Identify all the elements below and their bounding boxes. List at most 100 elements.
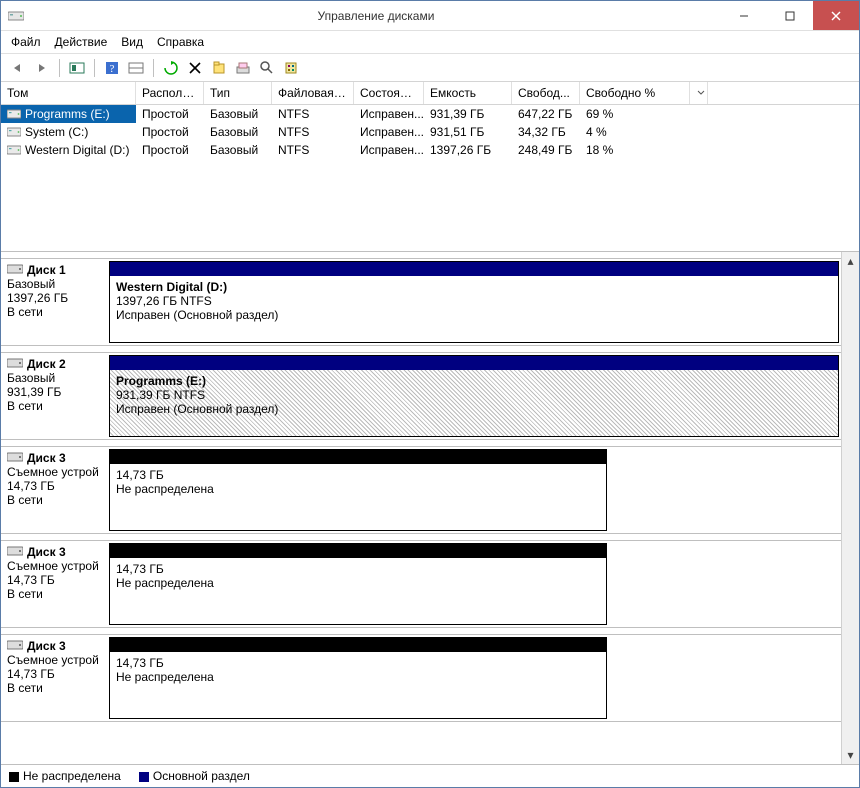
volume-row[interactable]: Western Digital (D:)ПростойБазовыйNTFSИс… xyxy=(1,141,859,159)
disk-type: Съемное устрой xyxy=(7,465,101,479)
minimize-button[interactable] xyxy=(721,1,767,30)
legend-primary: Основной раздел xyxy=(139,769,250,783)
partition-desc: Programms (E:)931,39 ГБ NTFSИсправен (Ос… xyxy=(110,370,838,436)
partition[interactable]: Western Digital (D:)1397,26 ГБ NTFSИспра… xyxy=(109,261,839,343)
disk-info: Диск 3Съемное устрой14,73 ГБВ сети xyxy=(1,635,107,721)
disk-panel: Диск 1Базовый1397,26 ГБВ сетиWestern Dig… xyxy=(1,252,859,764)
delete-button[interactable] xyxy=(184,57,206,79)
volume-type: Базовый xyxy=(204,123,272,141)
disk-info: Диск 2Базовый931,39 ГБВ сети xyxy=(1,353,107,439)
drive-icon xyxy=(7,108,21,120)
partition-size: 931,39 ГБ NTFS xyxy=(116,388,205,402)
partition[interactable]: 14,73 ГБНе распределена xyxy=(109,449,607,531)
scrollbar[interactable]: ▴ ▾ xyxy=(841,252,859,764)
back-button[interactable] xyxy=(7,57,29,79)
partition-area: 14,73 ГБНе распределена xyxy=(107,541,841,627)
volume-row[interactable]: System (C:)ПростойБазовыйNTFSИсправен...… xyxy=(1,123,859,141)
partition-label: Programms (E:) xyxy=(116,374,206,388)
disk-status: В сети xyxy=(7,305,101,319)
disk-status: В сети xyxy=(7,681,101,695)
volume-capacity: 931,39 ГБ xyxy=(424,105,512,123)
partition-size: 14,73 ГБ xyxy=(116,468,164,482)
disk-title: Диск 3 xyxy=(27,451,66,465)
volume-fs: NTFS xyxy=(272,123,354,141)
disk-size: 931,39 ГБ xyxy=(7,385,101,399)
partition[interactable]: 14,73 ГБНе распределена xyxy=(109,543,607,625)
volume-row[interactable]: Programms (E:)ПростойБазовыйNTFSИсправен… xyxy=(1,105,859,123)
scroll-up-button[interactable]: ▴ xyxy=(842,252,859,270)
partition-status: Исправен (Основной раздел) xyxy=(116,402,278,416)
col-type[interactable]: Тип xyxy=(204,82,272,104)
partition-desc: Western Digital (D:)1397,26 ГБ NTFSИспра… xyxy=(110,276,838,342)
settings-button[interactable] xyxy=(280,57,302,79)
partition-area: Western Digital (D:)1397,26 ГБ NTFSИспра… xyxy=(107,259,841,345)
partition-size: 14,73 ГБ xyxy=(116,562,164,576)
titlebar: Управление дисками xyxy=(1,1,859,31)
partition[interactable]: 14,73 ГБНе распределена xyxy=(109,637,607,719)
primary-bar xyxy=(110,262,838,276)
drive-icon xyxy=(7,126,21,138)
menu-view[interactable]: Вид xyxy=(121,35,143,49)
scroll-down-button[interactable]: ▾ xyxy=(842,746,859,764)
disk-title: Диск 3 xyxy=(27,639,66,653)
partition-area: 14,73 ГБНе распределена xyxy=(107,635,841,721)
unallocated-bar xyxy=(110,450,606,464)
col-volume[interactable]: Том xyxy=(1,82,136,104)
partition-desc: 14,73 ГБНе распределена xyxy=(110,652,606,718)
disk-title: Диск 2 xyxy=(27,357,66,371)
volume-list: Том Располо... Тип Файловая с... Состоян… xyxy=(1,82,859,252)
partition-size: 14,73 ГБ xyxy=(116,656,164,670)
menu-help[interactable]: Справка xyxy=(157,35,204,49)
disk-type: Съемное устрой xyxy=(7,653,101,667)
volume-freepct: 4 % xyxy=(580,123,690,141)
partition-label: Western Digital (D:) xyxy=(116,280,227,294)
disk-type: Базовый xyxy=(7,371,101,385)
partition-desc: 14,73 ГБНе распределена xyxy=(110,558,606,624)
volume-fs: NTFS xyxy=(272,141,354,159)
show-console-button[interactable] xyxy=(66,57,88,79)
disk-hw-icon xyxy=(7,263,23,277)
col-scroll-header[interactable] xyxy=(690,82,708,104)
disk-type: Базовый xyxy=(7,277,101,291)
volume-name: Programms (E:) xyxy=(25,107,110,121)
col-freepct[interactable]: Свободно % xyxy=(580,82,690,104)
close-button[interactable] xyxy=(813,1,859,30)
partition-size: 1397,26 ГБ NTFS xyxy=(116,294,212,308)
volume-type: Базовый xyxy=(204,105,272,123)
disk-row: Диск 2Базовый931,39 ГБВ сетиProgramms (E… xyxy=(1,352,841,440)
col-status[interactable]: Состояние xyxy=(354,82,424,104)
col-layout[interactable]: Располо... xyxy=(136,82,204,104)
menu-action[interactable]: Действие xyxy=(55,35,108,49)
swatch-black-icon xyxy=(9,772,19,782)
col-free[interactable]: Свобод... xyxy=(512,82,580,104)
forward-button[interactable] xyxy=(31,57,53,79)
search-button[interactable] xyxy=(256,57,278,79)
disk-title: Диск 3 xyxy=(27,545,66,559)
format-button[interactable] xyxy=(232,57,254,79)
volume-free: 647,22 ГБ xyxy=(512,105,580,123)
volume-type: Базовый xyxy=(204,141,272,159)
menu-file[interactable]: Файл xyxy=(11,35,41,49)
volume-layout: Простой xyxy=(136,123,204,141)
partition-area: Programms (E:)931,39 ГБ NTFSИсправен (Ос… xyxy=(107,353,841,439)
volume-fs: NTFS xyxy=(272,105,354,123)
col-capacity[interactable]: Емкость xyxy=(424,82,512,104)
disk-hw-icon xyxy=(7,451,23,465)
toggle-panes-button[interactable] xyxy=(125,57,147,79)
partition[interactable]: Programms (E:)931,39 ГБ NTFSИсправен (Ос… xyxy=(109,355,839,437)
disk-size: 14,73 ГБ xyxy=(7,573,101,587)
col-fs[interactable]: Файловая с... xyxy=(272,82,354,104)
volume-capacity: 931,51 ГБ xyxy=(424,123,512,141)
maximize-button[interactable] xyxy=(767,1,813,30)
help-button[interactable]: ? xyxy=(101,57,123,79)
volume-layout: Простой xyxy=(136,141,204,159)
legend: Не распределена Основной раздел xyxy=(1,764,859,787)
drive-icon xyxy=(7,144,21,156)
disk-info: Диск 1Базовый1397,26 ГБВ сети xyxy=(1,259,107,345)
primary-bar xyxy=(110,356,838,370)
properties-button[interactable] xyxy=(208,57,230,79)
app-icon xyxy=(8,9,24,23)
disk-size: 14,73 ГБ xyxy=(7,479,101,493)
refresh-button[interactable] xyxy=(160,57,182,79)
swatch-navy-icon xyxy=(139,772,149,782)
